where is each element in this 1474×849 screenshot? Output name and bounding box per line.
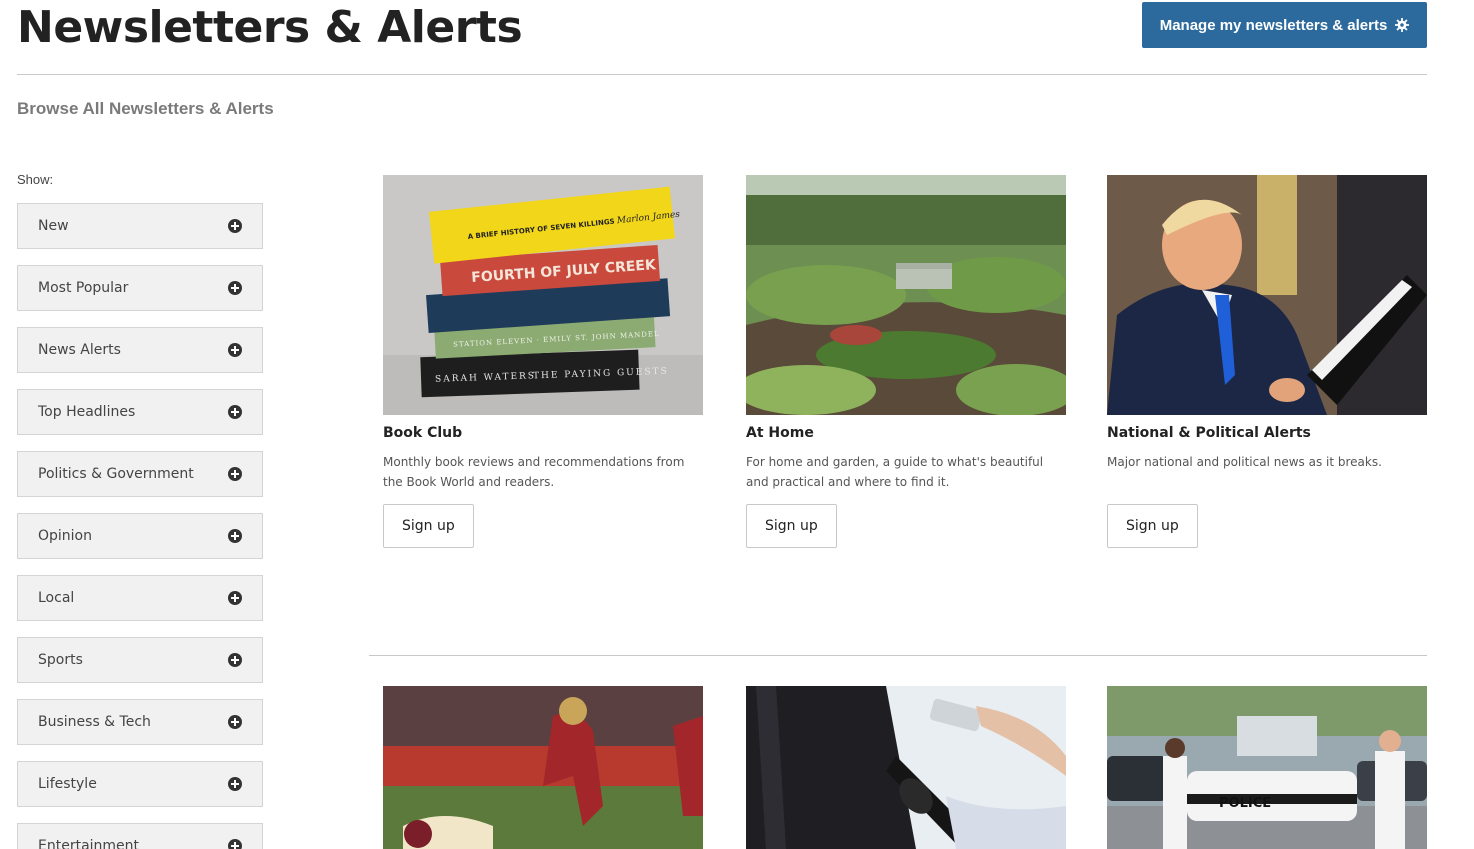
filter-label: Business & Tech (38, 714, 151, 730)
plus-circle-icon (228, 219, 242, 233)
plus-circle-icon (228, 777, 242, 791)
signup-button[interactable]: Sign up (383, 504, 474, 548)
manage-newsletters-button[interactable]: Manage my newsletters & alerts (1142, 2, 1427, 48)
plus-circle-icon (228, 281, 242, 295)
filter-list: New Most Popular News Alerts Top Headlin… (17, 203, 263, 849)
plus-circle-icon (228, 405, 242, 419)
plus-circle-icon (228, 715, 242, 729)
filter-label: Local (38, 590, 75, 606)
newsletter-card-book-club: SARAH WATERS THE PAYING GUESTS STATION E… (383, 175, 703, 548)
card-title: National & Political Alerts (1107, 425, 1311, 441)
book-stack-image[interactable]: SARAH WATERS THE PAYING GUESTS STATION E… (383, 175, 703, 415)
filter-label: Sports (38, 652, 83, 668)
police-scene-image[interactable]: POLICE (1107, 686, 1427, 849)
signup-button[interactable]: Sign up (746, 504, 837, 548)
plus-circle-icon (228, 839, 242, 849)
filter-label: Top Headlines (38, 404, 136, 420)
header-divider (17, 74, 1427, 75)
filter-most-popular[interactable]: Most Popular (17, 265, 263, 311)
filter-business-tech[interactable]: Business & Tech (17, 699, 263, 745)
filter-label: Lifestyle (38, 776, 97, 792)
filter-label: Most Popular (38, 280, 129, 296)
card-title: At Home (746, 425, 814, 441)
filter-news-alerts[interactable]: News Alerts (17, 327, 263, 373)
garden-image[interactable] (746, 175, 1066, 415)
show-label: Show: (17, 172, 54, 187)
filter-opinion[interactable]: Opinion (17, 513, 263, 559)
gear-icon (1395, 18, 1410, 32)
filter-lifestyle[interactable]: Lifestyle (17, 761, 263, 807)
plus-circle-icon (228, 591, 242, 605)
browse-heading: Browse All Newsletters & Alerts (17, 99, 274, 118)
signup-button[interactable]: Sign up (1107, 504, 1198, 548)
plus-circle-icon (228, 653, 242, 667)
card-title: Book Club (383, 425, 463, 441)
police-car-text: POLICE (1219, 796, 1271, 811)
plus-circle-icon (228, 467, 242, 481)
filter-label: Entertainment (38, 838, 140, 849)
card-description: Monthly book reviews and recommendations… (383, 455, 685, 489)
plus-circle-icon (228, 343, 242, 357)
filter-top-headlines[interactable]: Top Headlines (17, 389, 263, 435)
filter-sports[interactable]: Sports (17, 637, 263, 683)
row-divider (369, 655, 1427, 656)
manage-newsletters-label: Manage my newsletters & alerts (1159, 16, 1388, 34)
press-microphone-image[interactable] (746, 686, 1066, 849)
newsletter-card-national-political: National & Political Alerts Major nation… (1107, 175, 1427, 548)
filter-politics-government[interactable]: Politics & Government (17, 451, 263, 497)
card-description: For home and garden, a guide to what's b… (746, 455, 1044, 489)
filter-entertainment[interactable]: Entertainment (17, 823, 263, 849)
filter-local[interactable]: Local (17, 575, 263, 621)
card-description: Major national and political news as it … (1107, 455, 1382, 469)
page-title: Newsletters & Alerts (17, 2, 523, 53)
newsletter-card-at-home: At Home For home and garden, a guide to … (746, 175, 1066, 548)
filter-label: Politics & Government (38, 466, 194, 482)
filter-label: Opinion (38, 528, 92, 544)
football-game-image[interactable] (383, 686, 703, 849)
politician-portrait-image[interactable] (1107, 175, 1427, 415)
filter-label: News Alerts (38, 342, 121, 358)
plus-circle-icon (228, 529, 242, 543)
filter-new[interactable]: New (17, 203, 263, 249)
filter-label: New (38, 218, 69, 234)
